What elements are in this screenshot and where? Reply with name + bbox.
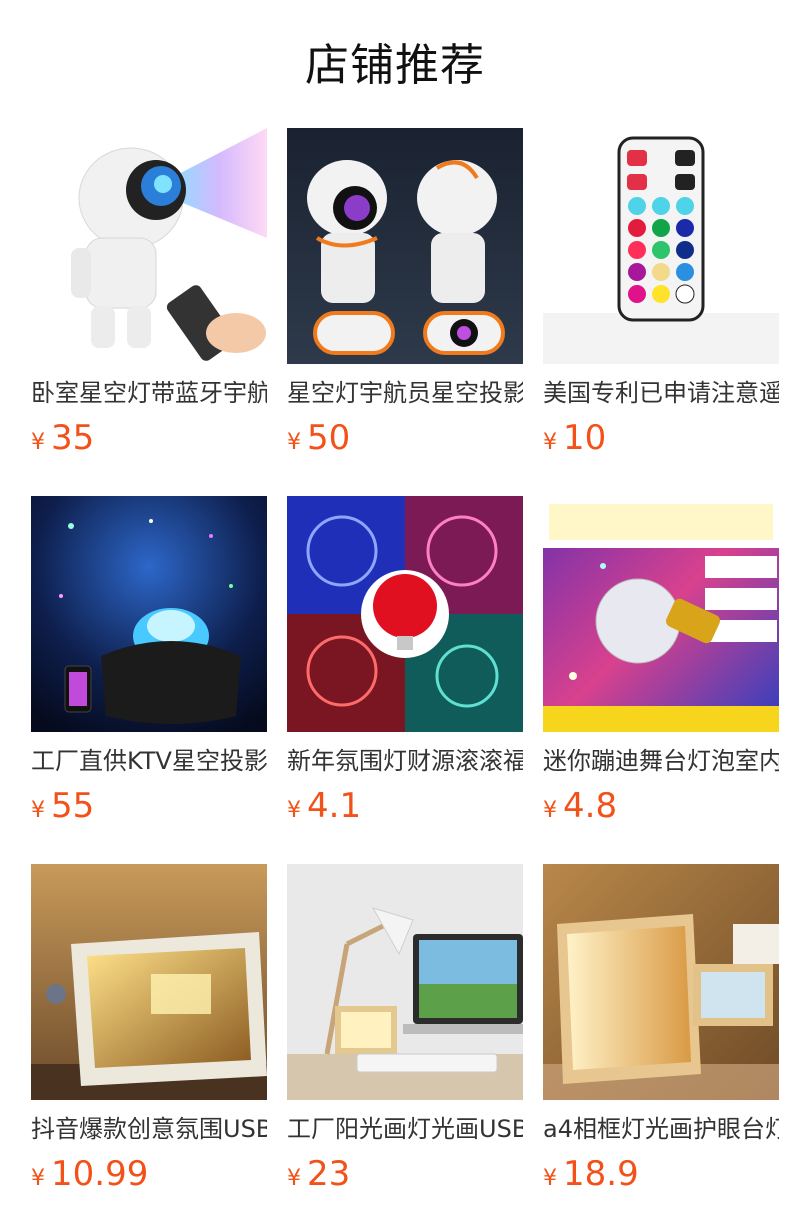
product-card[interactable]: 工厂阳光画灯光画USB台灯 ¥23 <box>287 864 523 1196</box>
currency-symbol: ¥ <box>31 430 45 455</box>
product-name[interactable]: 工厂阳光画灯光画USB台灯 <box>287 1112 523 1146</box>
product-name[interactable]: 星空灯宇航员星空投影灯 <box>287 376 523 410</box>
product-card[interactable]: 卧室星空灯带蓝牙宇航员 ¥35 <box>31 128 267 460</box>
currency-symbol: ¥ <box>287 798 301 823</box>
product-price: ¥50 <box>287 416 523 460</box>
price-value: 50 <box>307 418 351 458</box>
price-value: 10 <box>563 418 607 458</box>
product-card[interactable]: 迷你蹦迪舞台灯泡室内 ¥4.8 <box>543 496 779 828</box>
price-value: 10.99 <box>51 1154 149 1194</box>
currency-symbol: ¥ <box>31 798 45 823</box>
currency-symbol: ¥ <box>287 430 301 455</box>
price-value: 4.8 <box>563 786 618 826</box>
ktv-galaxy-projector-icon[interactable] <box>31 496 267 732</box>
a4-frame-light-painting-icon[interactable] <box>543 864 779 1100</box>
product-card[interactable]: 新年氛围灯财源滚滚福字灯 ¥4.1 <box>287 496 523 828</box>
product-card[interactable]: 美国专利已申请注意遥控器 ¥10 <box>543 128 779 460</box>
price-value: 35 <box>51 418 95 458</box>
product-price: ¥35 <box>31 416 267 460</box>
product-name[interactable]: a4相框灯光画护眼台灯 <box>543 1112 779 1146</box>
currency-symbol: ¥ <box>543 798 557 823</box>
product-name[interactable]: 卧室星空灯带蓝牙宇航员 <box>31 376 267 410</box>
rotating-disco-bulb-icon[interactable] <box>543 496 779 732</box>
currency-symbol: ¥ <box>31 1166 45 1191</box>
product-name[interactable]: 抖音爆款创意氛围USB画灯 <box>31 1112 267 1146</box>
price-value: 18.9 <box>563 1154 639 1194</box>
product-name[interactable]: 工厂直供KTV星空投影灯 <box>31 744 267 778</box>
astronaut-galaxy-projector-with-remote-icon[interactable] <box>31 128 267 364</box>
product-name[interactable]: 美国专利已申请注意遥控器 <box>543 376 779 410</box>
product-name[interactable]: 迷你蹦迪舞台灯泡室内 <box>543 744 779 778</box>
product-price: ¥10.99 <box>31 1152 267 1196</box>
desk-lamp-and-frame-icon[interactable] <box>287 864 523 1100</box>
section-title: 店铺推荐 <box>305 40 485 91</box>
currency-symbol: ¥ <box>543 430 557 455</box>
product-card[interactable]: 星空灯宇航员星空投影灯 ¥50 <box>287 128 523 460</box>
product-card[interactable]: 抖音爆款创意氛围USB画灯 ¥10.99 <box>31 864 267 1196</box>
price-value: 23 <box>307 1154 351 1194</box>
product-card[interactable]: 工厂直供KTV星空投影灯 ¥55 <box>31 496 267 828</box>
sunlight-picture-frame-lamp-icon[interactable] <box>31 864 267 1100</box>
currency-symbol: ¥ <box>287 1166 301 1191</box>
red-fu-projection-bulb-icon[interactable] <box>287 496 523 732</box>
currency-symbol: ¥ <box>543 1166 557 1191</box>
product-price: ¥4.8 <box>543 784 779 828</box>
price-value: 4.1 <box>307 786 362 826</box>
product-price: ¥23 <box>287 1152 523 1196</box>
product-price: ¥10 <box>543 416 779 460</box>
price-value: 55 <box>51 786 95 826</box>
astronaut-projector-front-back-icon[interactable] <box>287 128 523 364</box>
product-price: ¥4.1 <box>287 784 523 828</box>
product-card[interactable]: a4相框灯光画护眼台灯 ¥18.9 <box>543 864 779 1196</box>
rgb-remote-control-icon[interactable] <box>543 128 779 364</box>
product-price: ¥18.9 <box>543 1152 779 1196</box>
product-name[interactable]: 新年氛围灯财源滚滚福字灯 <box>287 744 523 778</box>
product-price: ¥55 <box>31 784 267 828</box>
